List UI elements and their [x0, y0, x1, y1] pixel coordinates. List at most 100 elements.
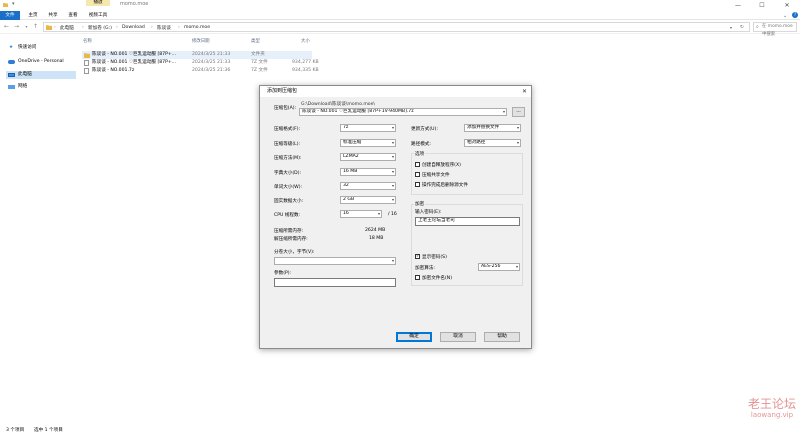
folder-icon: [3, 2, 8, 7]
level-select[interactable]: 标准压缩 ▾: [340, 139, 396, 147]
chevron-down-icon: ▾: [391, 183, 394, 188]
file-size: 934,335 KB: [292, 68, 319, 73]
password-label: 输入密码(E):: [415, 210, 442, 215]
show-password-label: 显示密码(S): [422, 255, 447, 260]
sidebar-item-onedrive[interactable]: OneDrive - Personal: [6, 58, 76, 66]
dictionary-select[interactable]: 16 MB ▾: [340, 168, 396, 176]
path-mode-label: 路径模式:: [411, 142, 431, 147]
folder-icon: [46, 24, 52, 30]
recent-chevron-icon[interactable]: ▾: [22, 23, 31, 31]
column-header-size[interactable]: 大小: [301, 38, 310, 44]
update-mode-select[interactable]: 添加并替换文件 ▾: [464, 124, 521, 132]
encrypt-names-checkbox[interactable]: [415, 275, 420, 280]
chevron-down-icon: ▾: [515, 264, 518, 269]
add-to-archive-dialog: 添加到压缩包 ✕ 压缩包(A): G:\Download\陈谈谈\momo.mo…: [259, 85, 532, 349]
compress-memory-value: 2624 MB: [365, 228, 386, 233]
crumb-separator: ›: [151, 24, 153, 30]
chevron-down-icon: ▾: [391, 154, 394, 159]
crumb-this-pc[interactable]: 此电脑: [60, 25, 74, 31]
context-tab[interactable]: 播放: [86, 0, 110, 6]
up-arrow-icon[interactable]: ↑: [31, 23, 40, 31]
tab-file[interactable]: 文件: [0, 11, 20, 20]
help-button[interactable]: 帮助: [484, 332, 520, 342]
path-mode-select[interactable]: 相对路径 ▾: [464, 139, 521, 147]
format-select[interactable]: 7z ▾: [340, 124, 396, 132]
search-input[interactable]: ⌕ 在 momo.moe 中搜索: [753, 22, 797, 37]
column-header-name[interactable]: 名称: [83, 38, 92, 44]
sidebar-item-network[interactable]: 网络: [6, 83, 76, 91]
encryption-title: 加密: [414, 201, 426, 207]
delete-after-checkbox[interactable]: [415, 182, 420, 187]
chevron-down-icon: ▾: [391, 125, 394, 130]
refresh-icon[interactable]: ↻: [740, 25, 744, 30]
cloud-icon: [8, 60, 15, 64]
maximize-button[interactable]: ☐: [750, 0, 774, 11]
sidebar-item-quick-access[interactable]: ★ 快速访问: [6, 44, 76, 52]
password-input[interactable]: 上老王论坛当老司: [415, 217, 520, 226]
chevron-down-icon: ▾: [516, 140, 519, 145]
file-icon: [84, 60, 89, 66]
crumb-drive[interactable]: 新加卷 (G:): [88, 25, 112, 31]
show-password-checkbox[interactable]: ✓: [415, 254, 420, 259]
method-select[interactable]: LZMA2 ▾: [340, 153, 396, 161]
dialog-title: 添加到压缩包: [260, 86, 531, 97]
cancel-button[interactable]: 取消: [440, 332, 476, 342]
solid-block-select[interactable]: 2 GB ▾: [340, 196, 396, 204]
chevron-down-icon: ▾: [391, 169, 394, 174]
star-icon: ★: [9, 45, 14, 50]
help-icon[interactable]: ?: [792, 12, 798, 18]
watermark: 老王论坛 laowang.vip: [747, 397, 796, 419]
cpu-threads-select[interactable]: 16 ▾: [340, 210, 382, 218]
crumb-author[interactable]: 陈谈谈: [157, 25, 171, 31]
quick-access-toolbar[interactable]: ▾: [12, 1, 15, 7]
sidebar-item-this-pc[interactable]: 此电脑: [6, 71, 76, 79]
chevron-down-icon: ▾: [377, 211, 380, 216]
search-icon: ⌕: [756, 24, 759, 30]
sfx-label: 创建自释放程序(X): [422, 163, 461, 168]
window-title: momo.moe: [120, 1, 149, 7]
split-volume-input[interactable]: ▾: [274, 257, 396, 265]
chevron-down-icon: ▾: [516, 125, 519, 130]
column-header-date[interactable]: 修改日期: [192, 38, 210, 44]
minimize-button[interactable]: —: [726, 0, 750, 11]
cpu-threads-label: CPU 线程数:: [274, 213, 301, 218]
ribbon-expand-icon[interactable]: ⌄: [783, 13, 787, 19]
table-row[interactable]: 陈谈谈 - NO.001.7z 2024/3/25 21:36 7Z 文件 93…: [82, 67, 322, 75]
browse-button[interactable]: ...: [512, 107, 525, 117]
crumb-separator: ›: [116, 24, 118, 30]
crumb-download[interactable]: Download: [122, 25, 145, 30]
column-header-type[interactable]: 类型: [251, 38, 260, 44]
tab-share[interactable]: 共享: [46, 11, 60, 20]
file-name: 陈谈谈 - NO.001 ♡巨乳运动服 [87P+...: [92, 52, 177, 57]
parameters-input[interactable]: [274, 278, 396, 287]
delete-after-label: 操作完成后删除源文件: [422, 183, 468, 188]
shared-files-checkbox[interactable]: [415, 172, 420, 177]
level-label: 压缩等级(L):: [274, 142, 301, 147]
crumb-separator: ›: [82, 24, 84, 30]
file-name: 陈谈谈 - NO.001.7z: [92, 68, 135, 73]
chevron-down-icon: ▾: [502, 109, 505, 114]
file-size: 934,277 KB: [292, 60, 319, 65]
address-dropdown-icon[interactable]: ▾: [730, 25, 732, 30]
tab-view[interactable]: 查看: [66, 11, 80, 20]
decompress-memory-value: 18 MB: [369, 236, 384, 241]
sfx-checkbox[interactable]: [415, 162, 420, 167]
word-size-select[interactable]: 32 ▾: [340, 182, 396, 190]
dictionary-label: 字典大小(D):: [274, 171, 302, 176]
encryption-method-select[interactable]: AES-256 ▾: [478, 263, 520, 271]
back-arrow-icon[interactable]: ←: [2, 23, 11, 31]
archive-name-combo[interactable]: 陈谈谈 - NO.001 ♡巨乳运动服 [87P+1V-940MB].7z ▾: [299, 108, 507, 116]
tab-home[interactable]: 主页: [26, 11, 40, 20]
compress-memory-label: 压缩所需内存:: [274, 229, 304, 234]
crumb-separator: ›: [178, 24, 180, 30]
crumb-current[interactable]: momo.moe: [184, 25, 210, 30]
table-row[interactable]: 陈谈谈 - NO.001 ♡巨乳运动服 [87P+... 2024/3/25 2…: [82, 51, 312, 59]
dialog-close-button[interactable]: ✕: [522, 86, 527, 97]
table-row[interactable]: 陈谈谈 - NO.001 ♡巨乳运动服 [87P+... 2024/3/25 2…: [82, 59, 322, 67]
file-date: 2024/3/25 21:36: [192, 68, 231, 73]
address-bar[interactable]: › 此电脑 › 新加卷 (G:) › Download › 陈谈谈 › momo…: [43, 22, 750, 32]
close-button[interactable]: ✕: [775, 0, 799, 11]
forward-arrow-icon[interactable]: →: [12, 23, 21, 31]
tab-video-tools[interactable]: 视频工具: [86, 11, 110, 20]
ok-button[interactable]: 确定: [396, 332, 432, 342]
